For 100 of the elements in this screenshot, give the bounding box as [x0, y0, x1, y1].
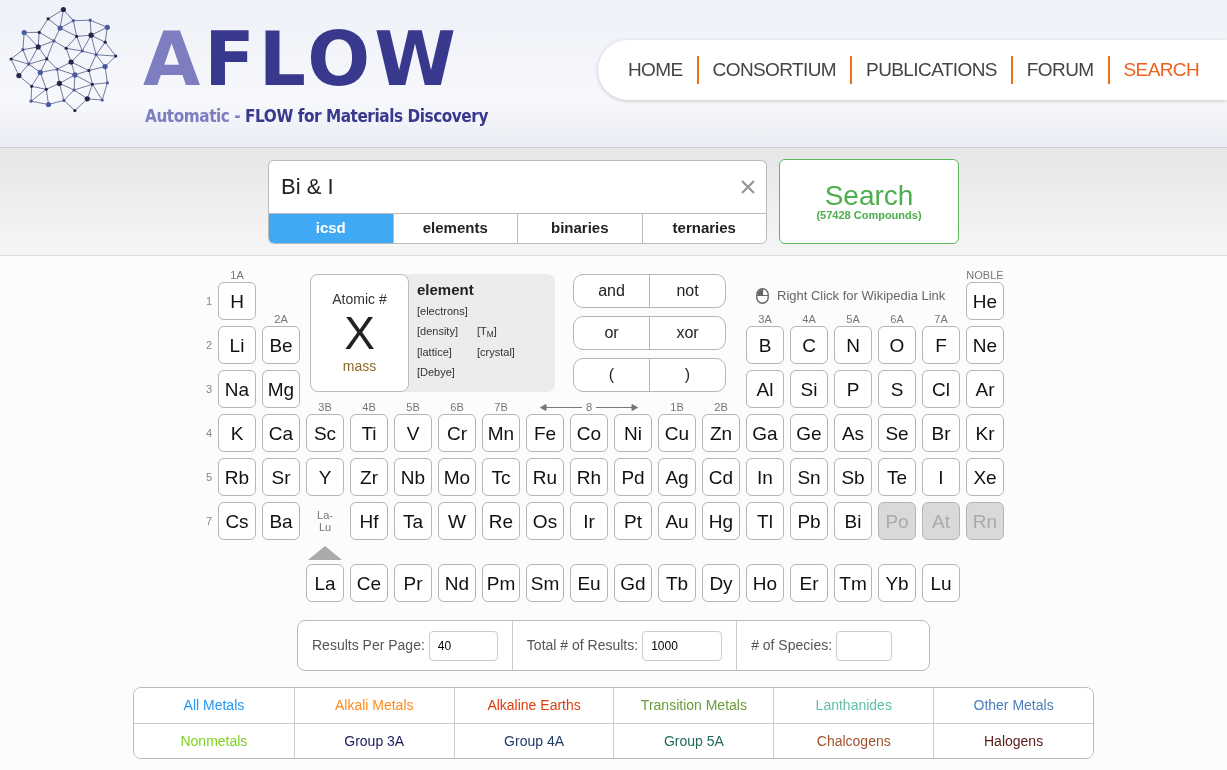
element-tile[interactable]: Si [790, 370, 828, 408]
operator-button[interactable]: ( [574, 359, 649, 391]
operator-button[interactable]: not [649, 275, 725, 307]
clear-icon[interactable] [740, 178, 756, 195]
input-field[interactable] [836, 630, 893, 661]
element-tile[interactable]: Pd [614, 458, 652, 496]
element-tile[interactable]: I [922, 458, 960, 496]
input-field[interactable]: 1000 [642, 630, 723, 661]
element-tile[interactable]: Cu [658, 414, 696, 452]
element-tile[interactable]: Ta [394, 502, 432, 540]
element-tile[interactable]: Sb [834, 458, 872, 496]
element-tile[interactable]: Tm [834, 564, 872, 602]
element-tile[interactable]: N [834, 326, 872, 364]
nav-link[interactable]: PUBLICATIONS [852, 56, 1013, 84]
element-tile[interactable]: Te [878, 458, 916, 496]
category-button[interactable]: Group 3A [293, 723, 454, 758]
element-tile[interactable]: He [966, 282, 1004, 320]
element-tile[interactable]: Cr [438, 414, 476, 452]
nav-link[interactable]: CONSORTIUM [698, 56, 853, 84]
element-tile[interactable]: Ni [614, 414, 652, 452]
element-tile[interactable]: Ir [570, 502, 608, 540]
element-tile[interactable]: Au [658, 502, 696, 540]
category-button[interactable]: Group 5A [613, 723, 774, 758]
element-tile[interactable]: Dy [702, 564, 740, 602]
element-tile[interactable]: Rh [570, 458, 608, 496]
element-tile[interactable]: Ga [746, 414, 784, 452]
element-tile[interactable]: Os [526, 502, 564, 540]
element-tile[interactable]: Kr [966, 414, 1004, 452]
element-tile[interactable]: Sc [306, 414, 344, 452]
element-tile[interactable]: As [834, 414, 872, 452]
element-tile[interactable]: Mn [482, 414, 520, 452]
element-tile[interactable]: C [790, 326, 828, 364]
element-tile[interactable]: P [834, 370, 872, 408]
element-tile[interactable]: V [394, 414, 432, 452]
element-tile[interactable]: Mg [262, 370, 300, 408]
search-tab[interactable]: elements [392, 212, 517, 243]
element-tile[interactable]: Eu [570, 564, 608, 602]
element-tile[interactable]: F [922, 326, 960, 364]
element-tile[interactable]: Ar [966, 370, 1004, 408]
element-tile[interactable]: Cl [922, 370, 960, 408]
operator-button[interactable]: or [574, 317, 649, 349]
element-tile[interactable]: Ag [658, 458, 696, 496]
element-tile[interactable]: Pr [394, 564, 432, 602]
search-field[interactable]: Bi & I [268, 159, 767, 213]
element-tile[interactable]: Sn [790, 458, 828, 496]
category-button[interactable]: Group 4A [453, 723, 614, 758]
element-tile[interactable]: Er [790, 564, 828, 602]
element-tile[interactable]: Yb [878, 564, 916, 602]
category-button[interactable]: Chalcogens [773, 723, 934, 758]
element-tile[interactable]: Nd [438, 564, 476, 602]
element-tile[interactable]: K [218, 414, 256, 452]
element-tile[interactable]: Sm [526, 564, 564, 602]
element-tile[interactable]: Fe [526, 414, 564, 452]
element-tile[interactable]: Zr [350, 458, 388, 496]
nav-link[interactable]: HOME [614, 56, 699, 84]
element-tile[interactable]: Xe [966, 458, 1004, 496]
element-tile[interactable]: Tc [482, 458, 520, 496]
element-tile[interactable]: Tb [658, 564, 696, 602]
nav-link[interactable]: FORUM [1012, 56, 1110, 84]
element-tile[interactable]: Pb [790, 502, 828, 540]
element-tile[interactable]: Cs [218, 502, 256, 540]
element-tile[interactable]: Co [570, 414, 608, 452]
category-button[interactable]: Other Metals [933, 688, 1093, 723]
element-tile[interactable]: Zn [702, 414, 740, 452]
element-tile[interactable]: Ge [790, 414, 828, 452]
element-tile[interactable]: Rb [218, 458, 256, 496]
element-tile[interactable]: Ce [350, 564, 388, 602]
input-field[interactable]: 40 [428, 630, 498, 661]
element-tile[interactable]: Ti [350, 414, 388, 452]
element-tile[interactable]: Nb [394, 458, 432, 496]
element-tile[interactable]: Pt [614, 502, 652, 540]
element-tile[interactable]: Cd [702, 458, 740, 496]
element-tile[interactable]: Ba [262, 502, 300, 540]
element-tile[interactable]: W [438, 502, 476, 540]
search-tab[interactable]: binaries [517, 212, 642, 243]
operator-button[interactable]: xor [649, 317, 725, 349]
element-tile[interactable]: In [746, 458, 784, 496]
element-tile[interactable]: Sr [262, 458, 300, 496]
element-tile[interactable]: Hf [350, 502, 388, 540]
element-tile[interactable]: La [306, 564, 344, 602]
element-tile[interactable]: Bi [834, 502, 872, 540]
element-tile[interactable]: Mo [438, 458, 476, 496]
operator-button[interactable]: ) [649, 359, 725, 391]
element-tile[interactable]: Be [262, 326, 300, 364]
element-tile[interactable]: O [878, 326, 916, 364]
element-tile[interactable]: H [218, 282, 256, 320]
operator-button[interactable]: and [574, 275, 649, 307]
element-tile[interactable]: Li [218, 326, 256, 364]
element-tile[interactable]: Tl [746, 502, 784, 540]
element-tile[interactable]: Re [482, 502, 520, 540]
element-tile[interactable]: Na [218, 370, 256, 408]
category-button[interactable]: Halogens [933, 723, 1093, 758]
element-tile[interactable]: B [746, 326, 784, 364]
element-tile[interactable]: Lu [922, 564, 960, 602]
logo[interactable]: AFLOW [143, 22, 460, 96]
element-tile[interactable]: Pm [482, 564, 520, 602]
element-tile[interactable]: Gd [614, 564, 652, 602]
element-tile[interactable]: Al [746, 370, 784, 408]
search-tab[interactable]: ternaries [641, 212, 766, 243]
element-tile[interactable]: Ho [746, 564, 784, 602]
